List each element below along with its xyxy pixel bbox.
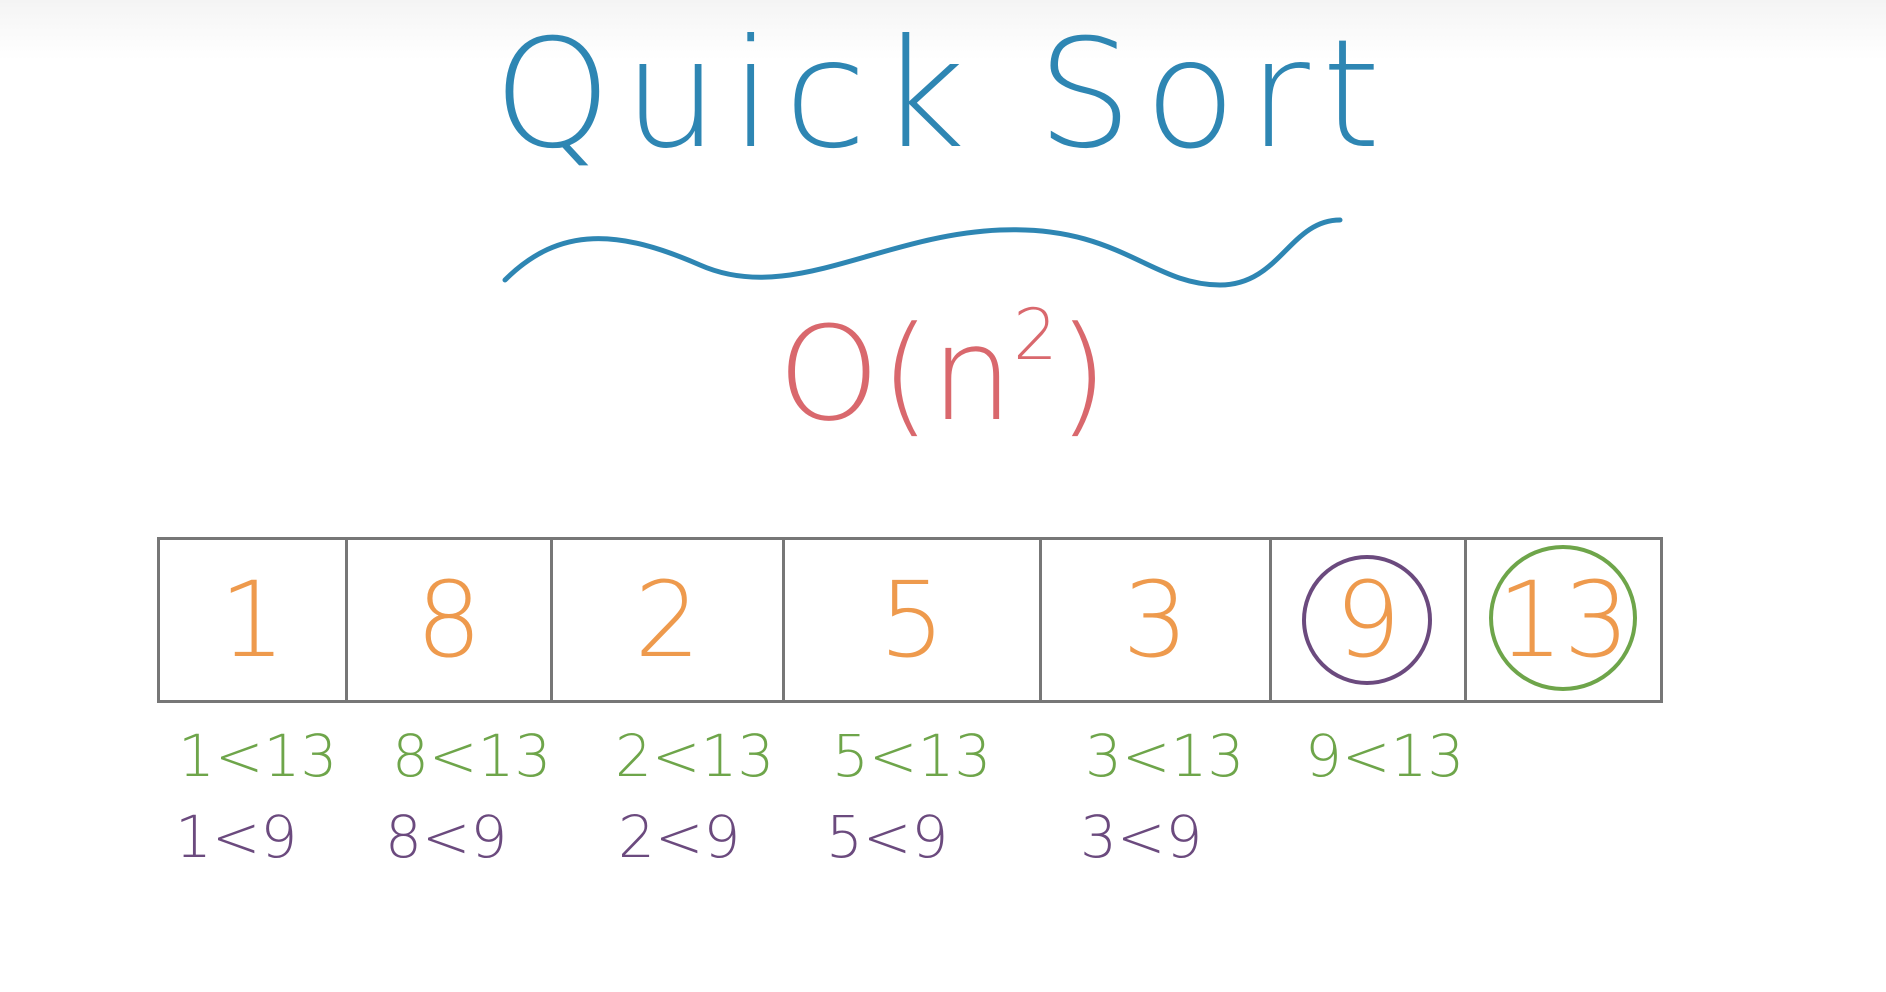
comparison-pivot-9: 3<9	[1080, 803, 1203, 871]
array-cell-pivot-9: 9	[1272, 540, 1467, 700]
array-cell-value: 2	[634, 559, 701, 681]
comparison-pivot-9: 2<9	[618, 803, 741, 871]
array-cell-pivot-13: 13	[1467, 540, 1660, 700]
array-row: 1 8 2 5 3 9 13	[157, 537, 1663, 703]
diagram-title: Quick Sort	[493, 8, 1393, 182]
array-cell-value: 8	[415, 559, 483, 681]
comparison-pivot-13: 8<13	[392, 722, 552, 790]
array-cell-value: 1	[219, 559, 286, 681]
array-cell: 5	[785, 540, 1042, 700]
comparison-pivot-9: 5<9	[826, 803, 949, 871]
complexity-base: O(n	[777, 298, 1014, 450]
comparison-pivot-9: 8<9	[385, 803, 508, 871]
array-cell-value: 5	[878, 559, 946, 681]
array-cell: 8	[348, 540, 553, 700]
array-cell: 2	[553, 540, 785, 700]
comparison-pivot-13: 2<13	[615, 722, 775, 790]
comparison-pivot-9: 1<9	[175, 803, 298, 871]
array-cell-value: 3	[1122, 559, 1189, 681]
whiteboard-canvas: Quick Sort O(n2) 1 8 2 5 3 9 13 1<13 8<1…	[0, 0, 1886, 992]
array-cell: 3	[1042, 540, 1272, 700]
complexity-label: O(n2)	[0, 300, 1886, 439]
pivot-13-circle	[1489, 545, 1637, 691]
complexity-close: )	[1057, 298, 1109, 450]
comparison-pivot-13: 3<13	[1085, 722, 1245, 790]
title-underline-wave	[502, 217, 1343, 288]
comparison-pivot-13: 1<13	[178, 722, 338, 790]
comparison-pivot-13: 5<13	[832, 722, 992, 790]
comparison-pivot-13: 9<13	[1305, 722, 1465, 790]
array-cell: 1	[160, 540, 348, 700]
pivot-9-circle	[1302, 555, 1432, 685]
complexity-exponent: 2	[1013, 294, 1058, 376]
